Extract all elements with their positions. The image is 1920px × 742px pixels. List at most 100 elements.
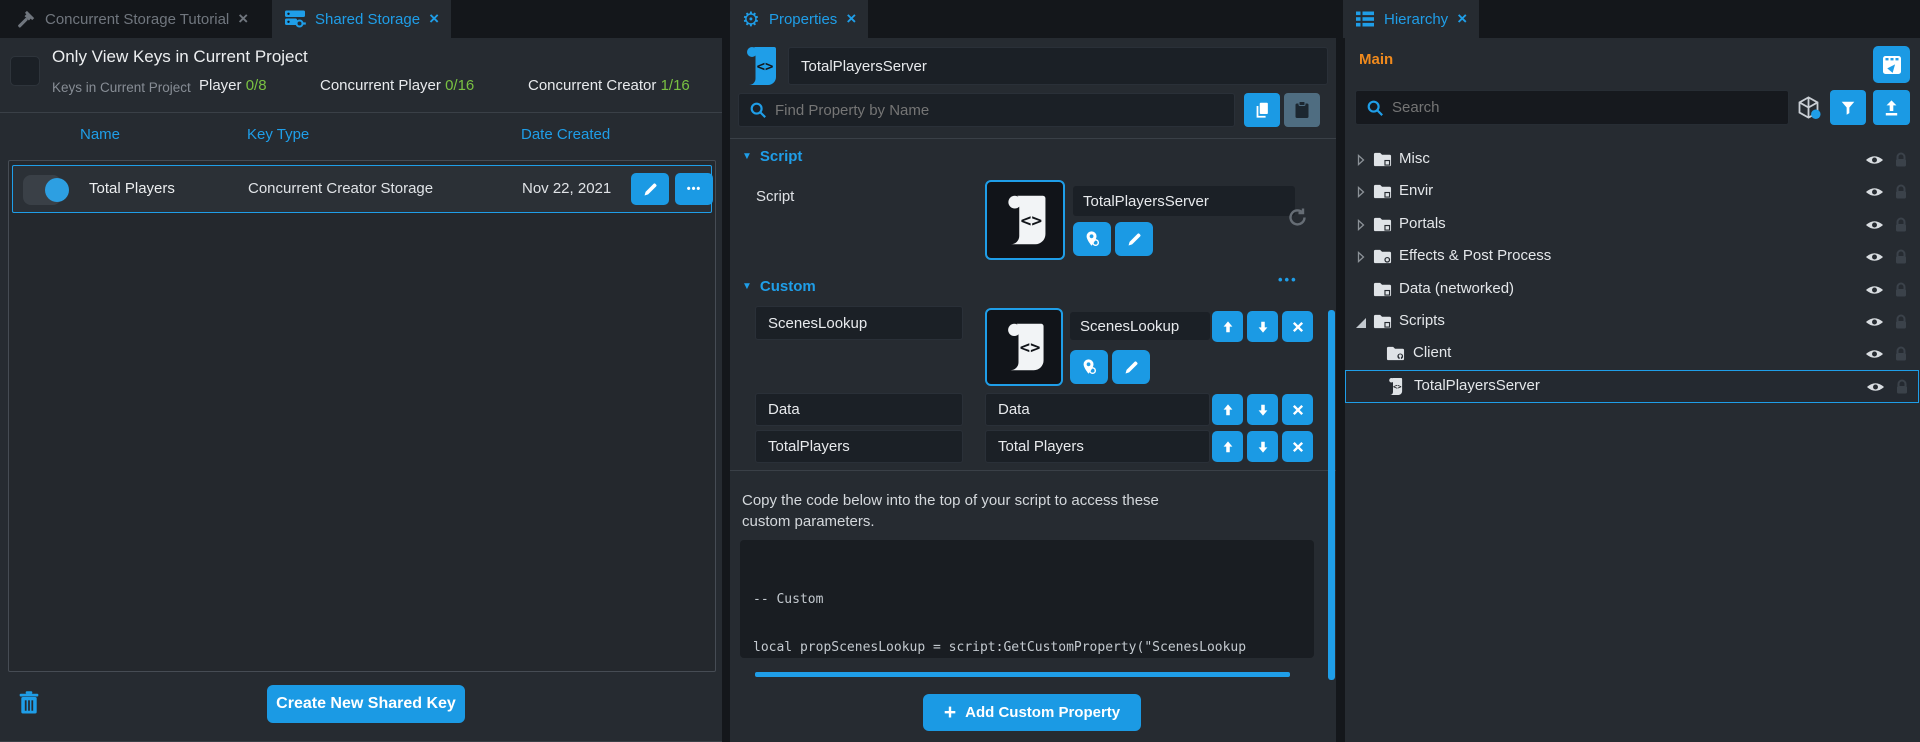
paste-properties-button[interactable]: [1284, 93, 1320, 127]
tree-item-totalplayersserver[interactable]: <> TotalPlayersServer: [1345, 370, 1919, 403]
edit-script-button[interactable]: [1112, 350, 1150, 384]
delete-property-button[interactable]: [1282, 431, 1313, 462]
create-new-shared-key-button[interactable]: Create New Shared Key: [267, 685, 465, 723]
property-search[interactable]: [738, 93, 1235, 127]
tree-item-portals[interactable]: Portals: [1345, 209, 1920, 241]
visibility-eye-icon[interactable]: [1865, 218, 1884, 232]
code-snippet-block[interactable]: -- Custom local propScenesLookup = scrip…: [740, 540, 1314, 658]
tree-item-effects-post-process[interactable]: Effects & Post Process: [1345, 241, 1920, 273]
horizontal-scrollbar[interactable]: [755, 672, 1290, 677]
move-up-button[interactable]: [1212, 311, 1243, 342]
lock-icon[interactable]: [1894, 282, 1908, 298]
lock-icon[interactable]: [1894, 249, 1908, 265]
filter-button[interactable]: [1830, 90, 1866, 125]
pencil-icon: [1126, 231, 1143, 248]
close-x-icon: [1291, 403, 1305, 417]
hierarchy-search[interactable]: [1355, 90, 1789, 125]
tree-item-data-networked[interactable]: Data (networked): [1345, 274, 1920, 306]
vertical-scrollbar[interactable]: [1328, 310, 1335, 680]
scene-settings-button[interactable]: [1873, 46, 1910, 83]
custom-property-name-field[interactable]: [755, 430, 963, 463]
move-down-button[interactable]: [1247, 311, 1278, 342]
delete-property-button[interactable]: [1282, 311, 1313, 342]
script-asset-slot[interactable]: <>: [985, 180, 1065, 260]
move-down-button[interactable]: [1247, 394, 1278, 425]
visibility-eye-icon[interactable]: [1865, 153, 1884, 167]
folder-icon: [1373, 281, 1392, 297]
delete-key-button[interactable]: [18, 690, 40, 715]
close-icon[interactable]: ×: [238, 9, 248, 29]
visibility-eye-icon[interactable]: [1865, 315, 1884, 329]
search-input[interactable]: [1392, 99, 1778, 116]
edit-key-button[interactable]: [631, 173, 669, 205]
visibility-eye-icon[interactable]: [1865, 283, 1884, 297]
custom-property-value[interactable]: ScenesLookup: [1070, 312, 1210, 340]
quota-concurrent-creator: Concurrent Creator 1/16: [528, 77, 690, 94]
lock-icon[interactable]: [1894, 346, 1908, 362]
table-row[interactable]: Total Players Concurrent Creator Storage…: [12, 165, 712, 213]
code-line: -- Custom: [753, 592, 1314, 608]
expand-arrow-icon[interactable]: [1357, 251, 1365, 263]
expand-arrow-icon[interactable]: [1357, 219, 1365, 231]
custom-section-menu-icon[interactable]: •••: [1278, 272, 1298, 287]
search-input[interactable]: [775, 102, 1224, 119]
arrow-up-icon: [1220, 319, 1236, 335]
visibility-eye-icon[interactable]: [1865, 250, 1884, 264]
object-name-field[interactable]: [788, 47, 1328, 85]
close-icon[interactable]: ×: [1457, 9, 1467, 29]
row-more-button[interactable]: •••: [675, 173, 713, 205]
tab-properties[interactable]: ⚙ Properties ×: [730, 0, 868, 38]
pencil-icon: [1123, 359, 1140, 376]
only-view-keys-checkbox[interactable]: [10, 56, 40, 86]
custom-section-header[interactable]: ▼ Custom: [742, 278, 816, 295]
add-custom-property-button[interactable]: + Add Custom Property: [923, 694, 1141, 731]
move-up-button[interactable]: [1212, 431, 1243, 462]
tab-shared-storage[interactable]: Shared Storage ×: [272, 0, 451, 38]
find-in-hierarchy-button[interactable]: [1073, 222, 1111, 256]
export-button[interactable]: [1873, 90, 1910, 125]
delete-property-button[interactable]: [1282, 394, 1313, 425]
tree-item-scripts[interactable]: Scripts: [1345, 306, 1920, 338]
lock-icon[interactable]: [1894, 314, 1908, 330]
column-header-key-type[interactable]: Key Type: [247, 126, 309, 143]
reset-property-icon[interactable]: [1286, 206, 1308, 228]
custom-property-value-field[interactable]: [985, 430, 1210, 463]
cube-filter-icon[interactable]: [1795, 94, 1822, 121]
custom-property-name-field[interactable]: [755, 306, 963, 340]
tab-concurrent-storage-tutorial[interactable]: Concurrent Storage Tutorial ×: [4, 0, 260, 38]
collapse-arrow-icon[interactable]: [1355, 317, 1367, 329]
tab-hierarchy[interactable]: Hierarchy ×: [1343, 0, 1479, 38]
move-down-button[interactable]: [1247, 431, 1278, 462]
script-section-header[interactable]: ▼ Script: [742, 148, 802, 165]
search-icon: [749, 101, 767, 119]
custom-property-name-field[interactable]: [755, 393, 963, 426]
tree-item-label: Misc: [1399, 150, 1430, 167]
move-up-button[interactable]: [1212, 394, 1243, 425]
tree-item-misc[interactable]: Misc: [1345, 144, 1920, 176]
close-icon[interactable]: ×: [846, 9, 856, 29]
quota-value: 0/16: [445, 77, 474, 94]
close-icon[interactable]: ×: [429, 9, 439, 29]
tree-item-envir[interactable]: Envir: [1345, 176, 1920, 208]
custom-asset-slot[interactable]: <>: [985, 308, 1063, 386]
lock-icon[interactable]: [1894, 217, 1908, 233]
lock-icon[interactable]: [1895, 379, 1909, 395]
column-header-date-created[interactable]: Date Created: [521, 126, 610, 143]
copy-properties-button[interactable]: [1244, 93, 1280, 127]
custom-property-value-field[interactable]: [985, 393, 1210, 426]
column-header-name[interactable]: Name: [80, 126, 120, 143]
tree-item-client[interactable]: Client: [1345, 338, 1920, 370]
expand-arrow-icon[interactable]: [1357, 154, 1365, 166]
script-value[interactable]: TotalPlayersServer: [1073, 186, 1295, 216]
find-in-hierarchy-button[interactable]: [1070, 350, 1108, 384]
row-toggle[interactable]: [23, 175, 61, 205]
lock-icon[interactable]: [1894, 152, 1908, 168]
visibility-eye-icon[interactable]: [1866, 380, 1885, 394]
tab-label: Properties: [769, 11, 837, 28]
visibility-eye-icon[interactable]: [1865, 185, 1884, 199]
edit-script-button[interactable]: [1115, 222, 1153, 256]
hammer-icon: [16, 9, 36, 29]
lock-icon[interactable]: [1894, 184, 1908, 200]
visibility-eye-icon[interactable]: [1865, 347, 1884, 361]
expand-arrow-icon[interactable]: [1357, 186, 1365, 198]
